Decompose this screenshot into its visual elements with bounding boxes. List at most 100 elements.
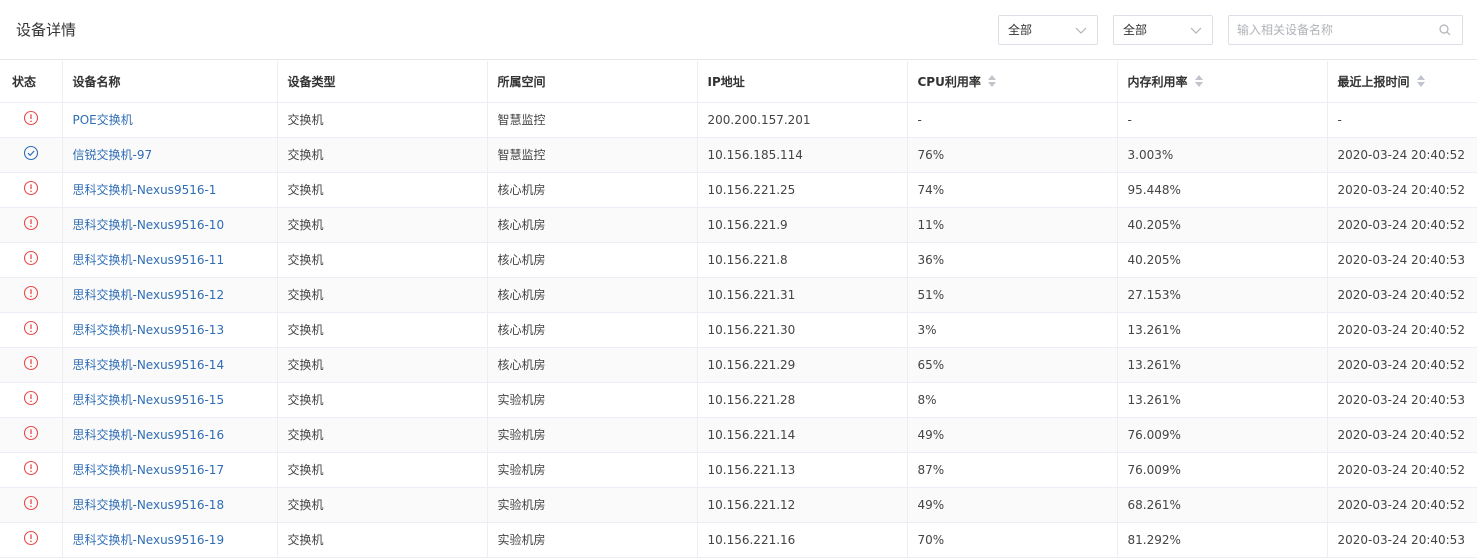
status-cell — [0, 312, 63, 348]
time-cell: 2020-03-24 20:40:53 — [1327, 382, 1477, 418]
chevron-down-icon — [1190, 27, 1202, 34]
ip-cell: 10.156.221.30 — [697, 312, 908, 348]
device-name-cell[interactable]: 思科交换机-Nexus9516-12 — [62, 277, 278, 313]
time-cell: 2020-03-24 20:40:52 — [1327, 207, 1477, 243]
alert-icon — [23, 460, 38, 475]
device-table: 状态 设备名称 设备类型 所属空间 IP地址 CPU利用率 内存利用率 最近上报… — [0, 61, 1477, 558]
device-name-cell[interactable]: 思科交换机-Nexus9516-1 — [62, 172, 278, 208]
column-header-mem[interactable]: 内存利用率 — [1117, 61, 1328, 103]
device-name-cell[interactable]: 信锐交换机-97 — [62, 137, 278, 173]
table-row: 思科交换机-Nexus9516-18 交换机 实验机房 10.156.221.12 49… — [0, 487, 1477, 523]
table-row: POE交换机 交换机 智慧监控 200.200.157.201- - - — [0, 102, 1477, 138]
column-header-time[interactable]: 最近上报时间 — [1327, 61, 1477, 103]
space-cell: 核心机房 — [487, 277, 698, 313]
time-cell: 2020-03-24 20:40:52 — [1327, 277, 1477, 313]
filter-select-2[interactable]: 全部 — [1113, 15, 1213, 45]
sort-icon[interactable] — [987, 74, 997, 88]
device-name-link[interactable]: POE交换机 — [73, 113, 133, 127]
device-search-input[interactable] — [1237, 22, 1432, 38]
sort-icon[interactable] — [1194, 74, 1204, 88]
table-row: 思科交换机-Nexus9516-12 交换机 核心机房 10.156.221.31 51… — [0, 277, 1477, 313]
device-search[interactable] — [1228, 15, 1463, 45]
ip-cell: 10.156.221.31 — [697, 277, 908, 313]
device-name-cell[interactable]: 思科交换机-Nexus9516-16 — [62, 417, 278, 453]
device-name-link[interactable]: 思科交换机-Nexus9516-16 — [73, 428, 225, 442]
mem-cell: 13.261% — [1117, 347, 1328, 383]
device-name-cell[interactable]: 思科交换机-Nexus9516-14 — [62, 347, 278, 383]
device-name-cell[interactable]: 思科交换机-Nexus9516-19 — [62, 522, 278, 558]
mem-cell: 3.003% — [1117, 137, 1328, 173]
time-cell: 2020-03-24 20:40:52 — [1327, 452, 1477, 488]
sort-icon[interactable] — [1416, 74, 1426, 88]
device-name-link[interactable]: 思科交换机-Nexus9516-1 — [73, 183, 217, 197]
device-name-link[interactable]: 思科交换机-Nexus9516-10 — [73, 218, 225, 232]
table-header-row: 状态 设备名称 设备类型 所属空间 IP地址 CPU利用率 内存利用率 最近上报… — [0, 61, 1477, 103]
table-row: 思科交换机-Nexus9516-19 交换机 实验机房 10.156.221.16 70… — [0, 522, 1477, 558]
cpu-cell: - — [907, 102, 1118, 138]
status-cell — [0, 277, 63, 313]
device-name-cell[interactable]: POE交换机 — [62, 102, 278, 138]
cpu-cell: 49% — [907, 417, 1118, 453]
table-row: 思科交换机-Nexus9516-10 交换机 核心机房 10.156.221.9 11%… — [0, 207, 1477, 243]
table-row: 思科交换机-Nexus9516-16 交换机 实验机房 10.156.221.14 49… — [0, 417, 1477, 453]
device-name-link[interactable]: 思科交换机-Nexus9516-18 — [73, 498, 225, 512]
device-type-cell: 交换机 — [277, 102, 488, 138]
table-row: 思科交换机-Nexus9516-15 交换机 实验机房 10.156.221.28 8%… — [0, 382, 1477, 418]
alert-icon — [23, 180, 38, 195]
alert-icon — [23, 250, 38, 265]
mem-cell: 76.009% — [1117, 417, 1328, 453]
column-header-name: 设备名称 — [62, 61, 278, 103]
column-header-ip: IP地址 — [697, 61, 908, 103]
mem-cell: 13.261% — [1117, 312, 1328, 348]
device-name-cell[interactable]: 思科交换机-Nexus9516-17 — [62, 452, 278, 488]
space-cell: 核心机房 — [487, 347, 698, 383]
mem-cell: 40.205% — [1117, 207, 1328, 243]
filter-select-1-value: 全部 — [1008, 23, 1033, 37]
device-name-cell[interactable]: 思科交换机-Nexus9516-10 — [62, 207, 278, 243]
device-name-link[interactable]: 思科交换机-Nexus9516-14 — [73, 358, 225, 372]
device-type-cell: 交换机 — [277, 137, 488, 173]
space-cell: 实验机房 — [487, 522, 698, 558]
ip-cell: 10.156.221.14 — [697, 417, 908, 453]
check-circle-icon — [23, 145, 38, 160]
ip-cell: 200.200.157.201 — [697, 102, 908, 138]
column-header-time-label: 最近上报时间 — [1337, 74, 1410, 89]
cpu-cell: 8% — [907, 382, 1118, 418]
space-cell: 核心机房 — [487, 207, 698, 243]
alert-icon — [23, 495, 38, 510]
device-name-link[interactable]: 思科交换机-Nexus9516-13 — [73, 323, 225, 337]
column-header-cpu[interactable]: CPU利用率 — [907, 61, 1118, 103]
device-type-cell: 交换机 — [277, 382, 488, 418]
filter-select-1[interactable]: 全部 — [998, 15, 1098, 45]
device-name-cell[interactable]: 思科交换机-Nexus9516-13 — [62, 312, 278, 348]
column-header-type: 设备类型 — [277, 61, 488, 103]
device-name-link[interactable]: 思科交换机-Nexus9516-15 — [73, 393, 225, 407]
cpu-cell: 87% — [907, 452, 1118, 488]
table-row: 思科交换机-Nexus9516-1 交换机 核心机房 10.156.221.25 74%… — [0, 172, 1477, 208]
space-cell: 核心机房 — [487, 172, 698, 208]
column-header-mem-label: 内存利用率 — [1127, 74, 1188, 89]
alert-icon — [23, 320, 38, 335]
device-name-link[interactable]: 信锐交换机-97 — [73, 148, 153, 162]
status-cell — [0, 172, 63, 208]
device-name-link[interactable]: 思科交换机-Nexus9516-12 — [73, 288, 225, 302]
time-cell: 2020-03-24 20:40:53 — [1327, 522, 1477, 558]
time-cell: 2020-03-24 20:40:52 — [1327, 312, 1477, 348]
ip-cell: 10.156.221.9 — [697, 207, 908, 243]
device-name-cell[interactable]: 思科交换机-Nexus9516-11 — [62, 242, 278, 278]
device-type-cell: 交换机 — [277, 522, 488, 558]
device-type-cell: 交换机 — [277, 277, 488, 313]
page-header: 设备详情 全部 全部 — [0, 0, 1477, 60]
device-type-cell: 交换机 — [277, 242, 488, 278]
device-name-link[interactable]: 思科交换机-Nexus9516-11 — [73, 253, 225, 267]
search-icon[interactable] — [1439, 24, 1451, 36]
device-name-cell[interactable]: 思科交换机-Nexus9516-15 — [62, 382, 278, 418]
status-cell — [0, 207, 63, 243]
cpu-cell: 36% — [907, 242, 1118, 278]
device-name-cell[interactable]: 思科交换机-Nexus9516-18 — [62, 487, 278, 523]
status-cell — [0, 347, 63, 383]
cpu-cell: 70% — [907, 522, 1118, 558]
alert-icon — [23, 530, 38, 545]
device-name-link[interactable]: 思科交换机-Nexus9516-17 — [73, 463, 225, 477]
device-name-link[interactable]: 思科交换机-Nexus9516-19 — [73, 533, 225, 547]
